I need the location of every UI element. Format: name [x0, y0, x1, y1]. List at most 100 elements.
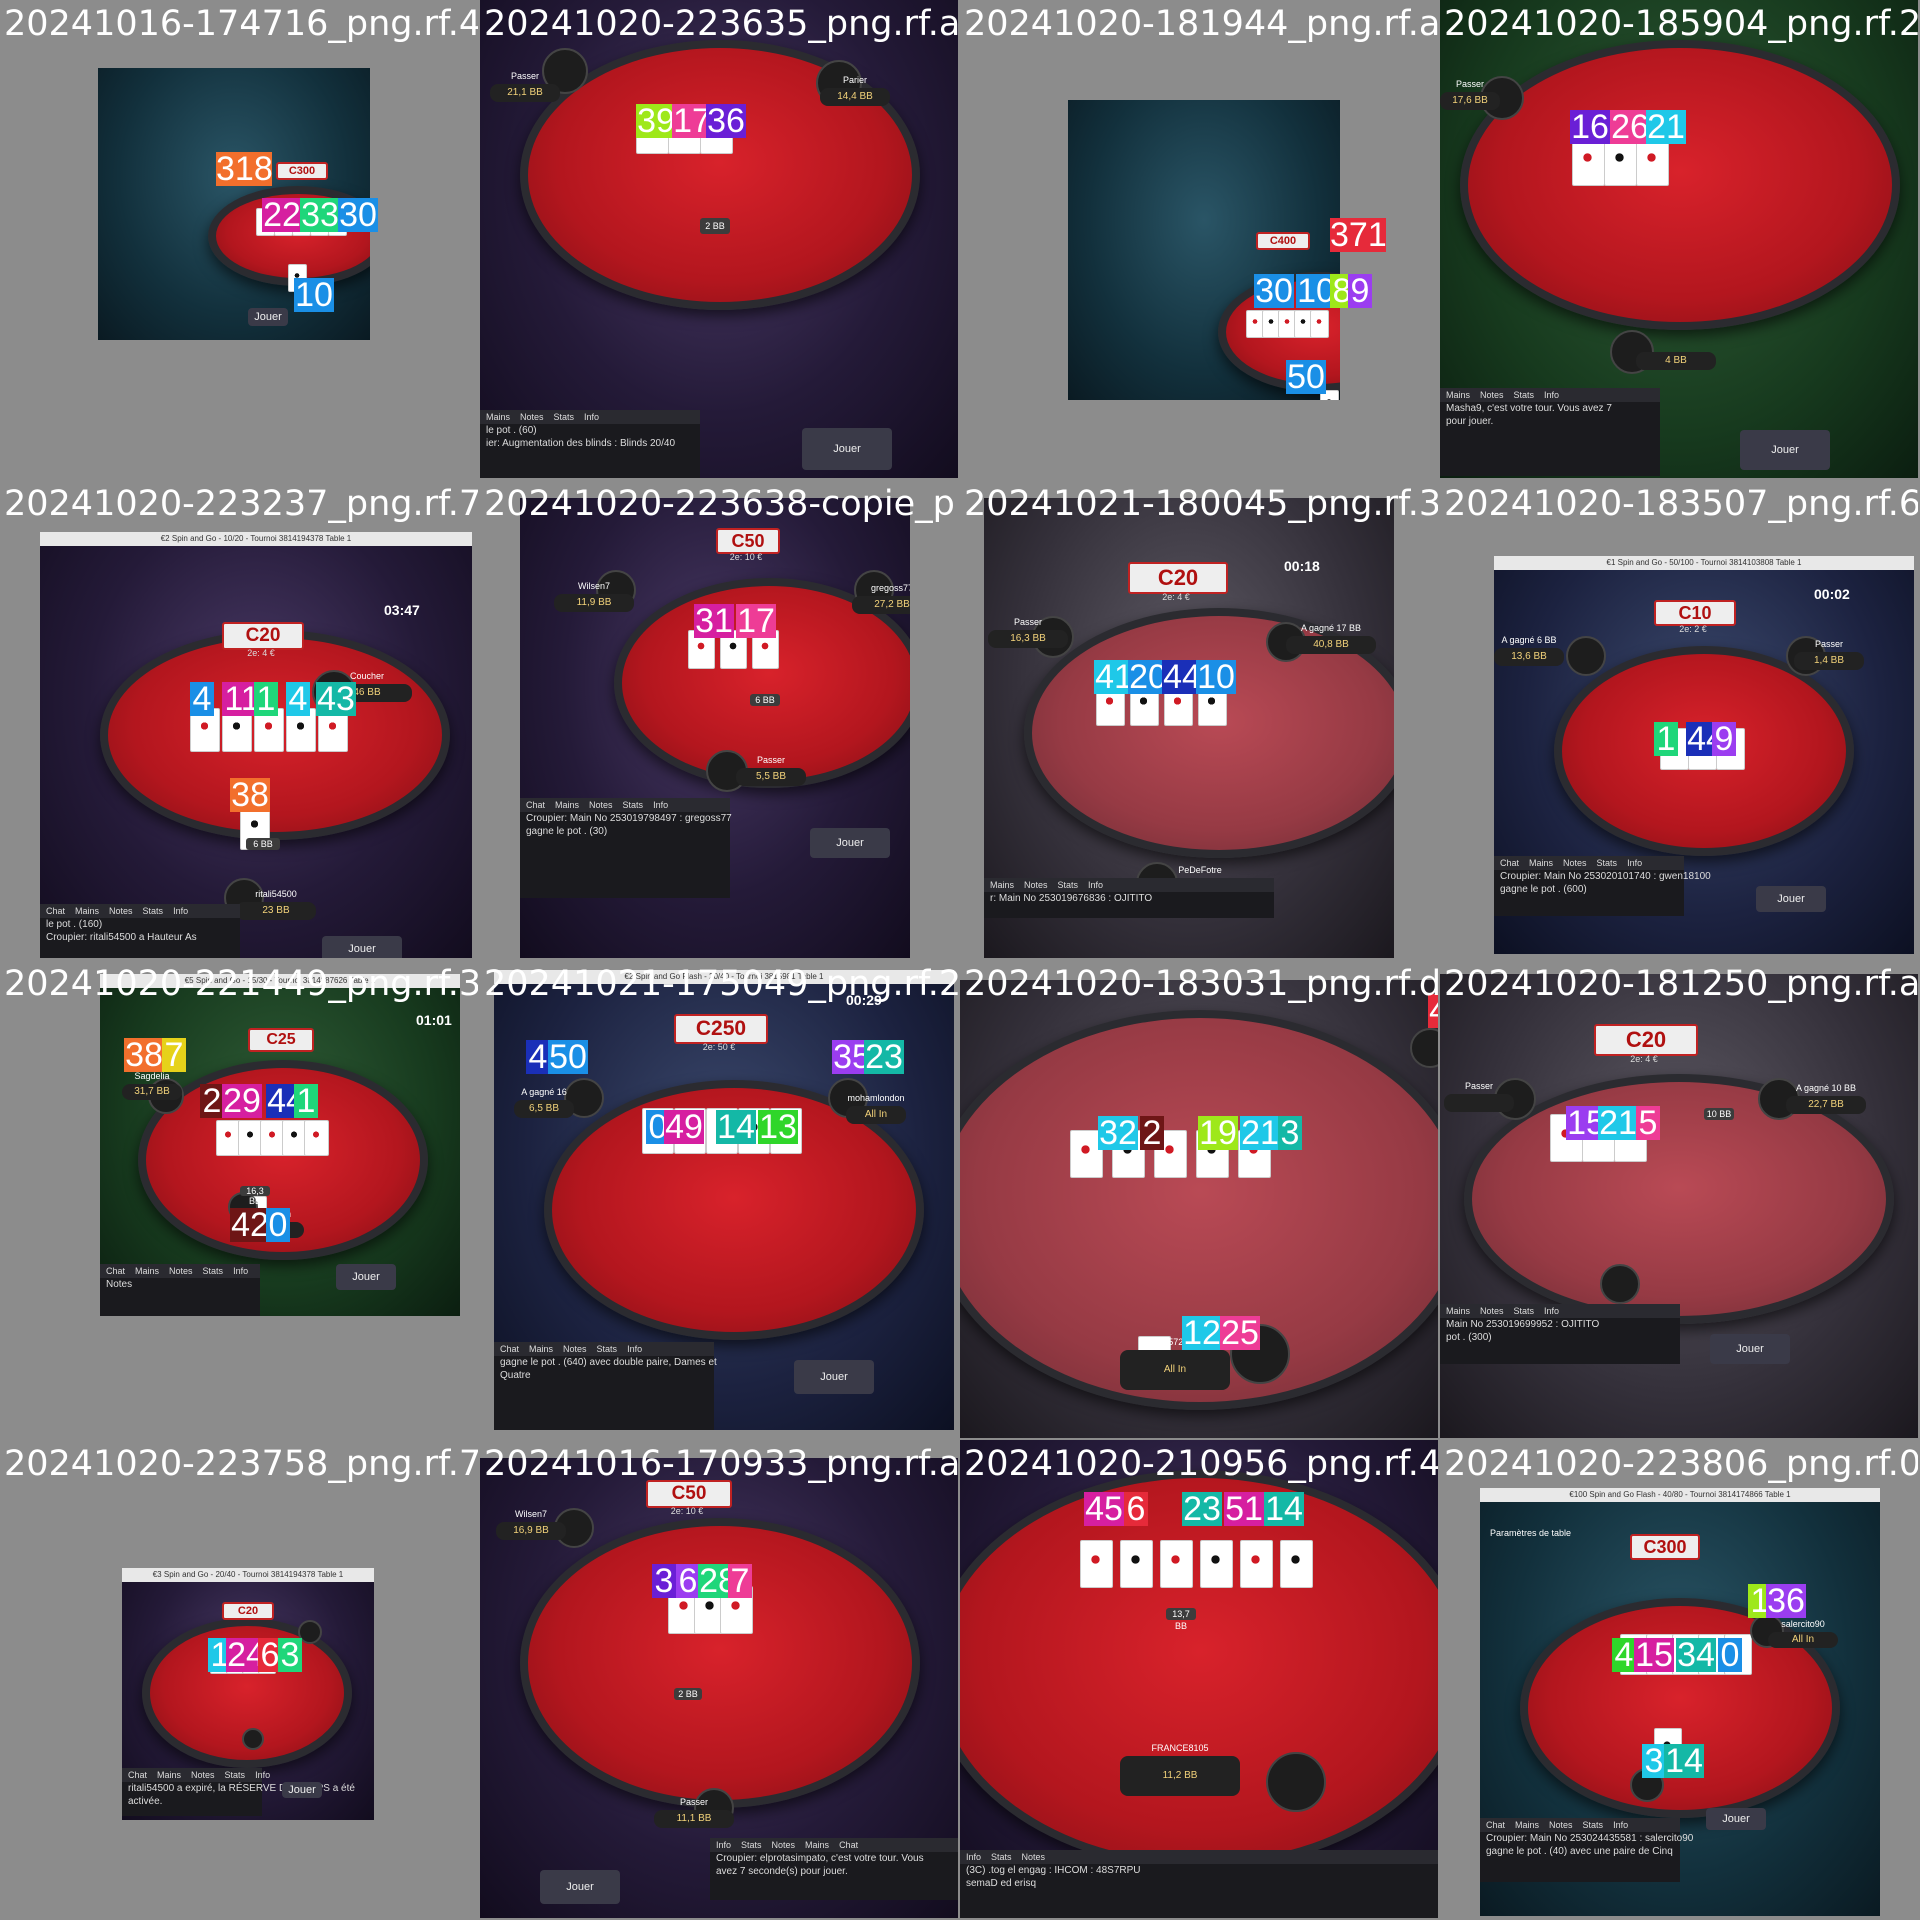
chat-tab[interactable]: Notes	[191, 1770, 215, 1780]
grid-tile: €3 Spin and Go - 20/40 - Tournoi 3814194…	[0, 1440, 478, 1918]
annotation-label: 31	[694, 602, 734, 640]
chat-tab[interactable]: Info	[1613, 1820, 1628, 1830]
player-avatar	[1266, 1752, 1326, 1812]
chat-tab[interactable]: Notes	[1480, 390, 1504, 400]
annotation-label: 33	[300, 196, 340, 234]
play-button[interactable]: Jouer	[810, 828, 890, 858]
play-button[interactable]: Jouer	[282, 1782, 322, 1798]
chat-tab[interactable]: Mains	[486, 412, 510, 422]
chat-tab[interactable]: Mains	[990, 880, 1014, 890]
player-name: A gagné 16 BB	[521, 1087, 567, 1110]
annotation-label: 3	[1278, 1116, 1302, 1150]
chat-tab[interactable]: Chat	[500, 1344, 519, 1354]
player-name: Passer	[1455, 79, 1484, 89]
chat-tab[interactable]: Mains	[1529, 858, 1553, 868]
chat-tabs: Chat Mains Notes Stats Info	[1480, 1818, 1680, 1832]
pot-bb-amount: 6 BB	[750, 694, 780, 706]
chat-tab[interactable]: Chat	[839, 1840, 858, 1850]
chat-tab[interactable]: Info	[1544, 1306, 1559, 1316]
annotation-label: 25	[1220, 1314, 1260, 1352]
play-button[interactable]: Jouer	[1740, 430, 1830, 470]
chat-tab[interactable]: Mains	[75, 906, 99, 916]
chat-tab[interactable]: Notes	[563, 1344, 587, 1354]
prize-subtitle: 2e: 50 €	[702, 1042, 736, 1052]
chat-tab[interactable]: Mains	[1446, 390, 1470, 400]
chat-tab[interactable]: Notes	[772, 1840, 796, 1850]
play-button[interactable]: Jouer	[1710, 1334, 1790, 1364]
play-button[interactable]: Jouer	[248, 308, 288, 326]
chat-tab[interactable]: Mains	[157, 1770, 181, 1780]
chat-tab[interactable]: Info	[233, 1266, 248, 1276]
chat-tab[interactable]: Stats	[203, 1266, 224, 1276]
chat-tab[interactable]: Info	[1627, 858, 1642, 868]
chat-line: gagne le pot . (40) avec une paire de Ci…	[1486, 1846, 1673, 1857]
chat-tab[interactable]: Stats	[1058, 880, 1079, 890]
chat-tab[interactable]: Stats	[1514, 1306, 1535, 1316]
play-button[interactable]: Jouer	[794, 1360, 874, 1394]
play-button[interactable]: Jouer	[322, 936, 402, 958]
chat-tab[interactable]: Mains	[529, 1344, 553, 1354]
chat-tab[interactable]: Chat	[106, 1266, 125, 1276]
pot-display: C300	[1630, 1534, 1700, 1560]
chat-tab[interactable]: Mains	[1515, 1820, 1539, 1830]
chat-tab[interactable]: Notes	[589, 800, 613, 810]
play-button[interactable]: Jouer	[1756, 886, 1826, 912]
chat-tab[interactable]: Mains	[805, 1840, 829, 1850]
play-button[interactable]: Jouer	[540, 1870, 620, 1904]
chat-tab[interactable]: Notes	[1563, 858, 1587, 868]
chat-tab[interactable]: Chat	[46, 906, 65, 916]
chat-tab[interactable]: Info	[255, 1770, 270, 1780]
annotation-label: 26	[1610, 108, 1650, 146]
chat-tab[interactable]: Notes	[1480, 1306, 1504, 1316]
chat-tab[interactable]: Info	[173, 906, 188, 916]
chat-tab[interactable]: Mains	[135, 1266, 159, 1276]
chat-tab[interactable]: Info	[584, 412, 599, 422]
chat-tab[interactable]: Notes	[520, 412, 544, 422]
pot-bb-amount: 10 BB	[1704, 1108, 1734, 1120]
chat-tab[interactable]: Stats	[143, 906, 164, 916]
chat-tab[interactable]: Info	[1544, 390, 1559, 400]
chat-tab[interactable]: Notes	[169, 1266, 193, 1276]
image-filename-caption: 20241016-174716_png.rf.4a	[4, 4, 478, 44]
annotation-label: 10	[294, 276, 334, 314]
chat-tab[interactable]: Stats	[741, 1840, 762, 1850]
chat-tab[interactable]: Stats	[1514, 390, 1535, 400]
chat-tab[interactable]: Stats	[991, 1852, 1012, 1862]
table-settings-label: Paramètres de table	[1490, 1528, 1572, 1538]
chat-tab[interactable]: Mains	[1446, 1306, 1470, 1316]
grid-tile: Passer 17,6 BB 4 BB Mains Notes Stats Info Mash…	[1440, 0, 1918, 478]
chat-tab[interactable]: Chat	[526, 800, 545, 810]
pot-display: C10	[1654, 600, 1736, 626]
chat-tab[interactable]: Info	[1088, 880, 1103, 890]
pot-display: C20	[1128, 562, 1228, 594]
chat-tab[interactable]: Info	[716, 1840, 731, 1850]
play-button[interactable]: Jouer	[1706, 1808, 1766, 1830]
chat-tab[interactable]: Info	[966, 1852, 981, 1862]
chat-tab[interactable]: Info	[627, 1344, 642, 1354]
chat-tab[interactable]: Notes	[1024, 880, 1048, 890]
chat-tab[interactable]: Chat	[128, 1770, 147, 1780]
chat-tab[interactable]: Mains	[555, 800, 579, 810]
chat-tab[interactable]: Notes	[109, 906, 133, 916]
prize-subtitle: 2e: 2 €	[1679, 624, 1707, 634]
tournament-timer: 01:01	[416, 1012, 452, 1028]
pot-display: C20	[222, 1602, 274, 1620]
chat-tab[interactable]: Notes	[1022, 1852, 1046, 1862]
chat-tab[interactable]: Chat	[1500, 858, 1519, 868]
chat-tab[interactable]: Stats	[597, 1344, 618, 1354]
chat-tab[interactable]: Stats	[1583, 1820, 1604, 1830]
chat-tab[interactable]: Chat	[1486, 1820, 1505, 1830]
annotation-label: 4	[1612, 1638, 1636, 1672]
player-name: Wilsen7	[514, 1509, 547, 1519]
chat-tab[interactable]: Stats	[554, 412, 575, 422]
chat-tab[interactable]: Stats	[225, 1770, 246, 1780]
chat-line: Croupier: ritali54500 a Hauteur As	[46, 932, 197, 943]
annotation-label: 49	[664, 1108, 704, 1146]
chat-tab[interactable]: Notes	[1549, 1820, 1573, 1830]
play-button[interactable]: Jouer	[802, 428, 892, 470]
chat-tab[interactable]: Info	[653, 800, 668, 810]
chat-tab[interactable]: Stats	[1597, 858, 1618, 868]
chat-tab[interactable]: Stats	[623, 800, 644, 810]
play-button[interactable]: Jouer	[336, 1264, 396, 1290]
annotation-label: 45	[1084, 1490, 1124, 1528]
